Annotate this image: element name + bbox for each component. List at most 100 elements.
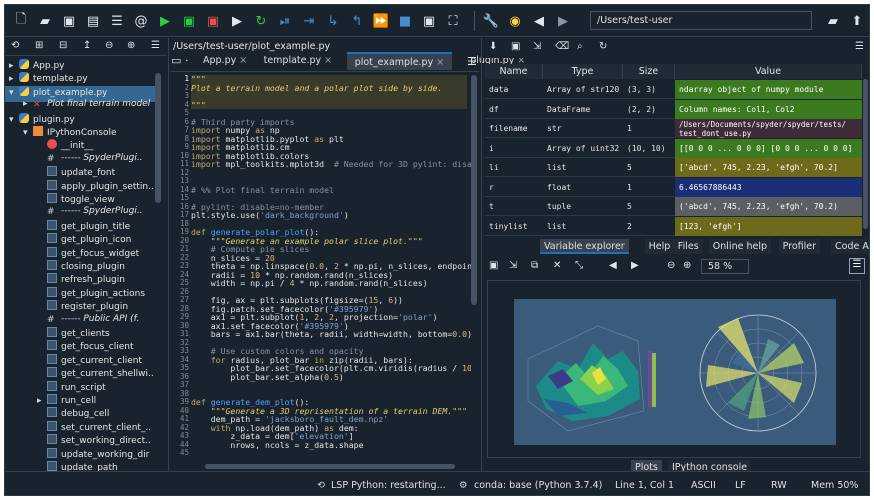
plus-icon[interactable]: ⊕ <box>127 40 135 51</box>
column-header-size[interactable]: Size <box>623 64 675 79</box>
parent-directory-icon[interactable]: ⬆ <box>847 11 867 31</box>
tab-close-icon[interactable]: × <box>236 55 247 66</box>
save-plot-icon[interactable]: ▣ <box>489 260 498 271</box>
variable-scrollbar[interactable] <box>863 79 868 229</box>
expand-arrow-icon[interactable]: ▸ <box>37 396 47 406</box>
editor-tab-active[interactable]: plot_example.py × <box>346 52 453 70</box>
expand-arrow-icon[interactable]: ▾ <box>9 88 19 98</box>
rerun-icon[interactable]: ↻ <box>251 11 271 31</box>
variable-options-icon[interactable]: ☰ <box>855 41 864 52</box>
expand-icon[interactable]: ⊞ <box>35 40 43 51</box>
step-return-icon[interactable]: ↰ <box>347 11 367 31</box>
outline-item-label: plugin.py <box>33 114 75 125</box>
zoom-in-icon[interactable]: ⊕ <box>683 260 691 271</box>
back-arrow-icon[interactable]: ◀ <box>529 11 549 31</box>
eraser-icon[interactable]: ⌫ <box>555 41 569 52</box>
collapse-icon[interactable]: ⊟ <box>59 40 67 51</box>
working-directory-input[interactable]: /Users/test-user <box>590 11 812 30</box>
plots-options-icon[interactable]: ☰ <box>849 258 865 274</box>
stop-debug-icon[interactable]: ■ <box>395 11 415 31</box>
column-header-type[interactable]: Type <box>543 64 623 79</box>
next-plot-icon[interactable]: ▶ <box>631 260 639 271</box>
save-as-icon[interactable]: ⇲ <box>533 41 541 52</box>
editor-options-icon[interactable]: ☰ <box>467 55 477 68</box>
browse-folder-icon[interactable]: ▰ <box>823 11 843 31</box>
variable-size: 1 <box>627 124 632 133</box>
run-selection-icon[interactable]: ▶ <box>227 11 247 31</box>
editor-tab[interactable]: App.py × <box>195 52 255 70</box>
expand-arrow-icon[interactable]: ▸ <box>9 61 19 71</box>
expand-arrow-icon[interactable]: ▾ <box>23 128 33 138</box>
code-token: nrows, ncols = z_data.shape <box>191 439 364 450</box>
zoom-out-icon[interactable]: ⊖ <box>667 260 675 271</box>
tab-code-analysis[interactable]: Code Analysis <box>831 239 869 254</box>
tab-profiler[interactable]: Profiler <box>778 239 821 254</box>
editor-tab[interactable]: template.py × <box>256 52 341 70</box>
continue-icon[interactable]: ⏩ <box>371 11 391 31</box>
forward-arrow-icon[interactable]: ▶ <box>553 11 573 31</box>
new-file-icon[interactable]: 🗋 <box>11 11 31 31</box>
variable-row[interactable]: r float 1 6.46567886443 <box>485 177 862 197</box>
column-header-name[interactable]: Name <box>485 64 543 79</box>
code-editor[interactable]: """ Plot a terrain model and a polar plot… <box>191 75 471 467</box>
variable-row[interactable]: t tuple 5 ('abcd', 745, 2.23, 'efgh', 70.2) <box>485 197 862 216</box>
tab-close-icon[interactable]: × <box>433 57 444 68</box>
variable-row[interactable]: i Array of uint32 (10, 10) [[0 0 0 ... 0 0 … <box>485 138 862 158</box>
run-cell-advance-icon[interactable]: ▣ <box>203 11 223 31</box>
python-path-icon[interactable]: ◉ <box>505 11 525 31</box>
variable-row[interactable]: data Array of str120 (3, 3) ndarray object … <box>485 80 862 99</box>
save-all-icon[interactable]: ▤ <box>83 11 103 31</box>
tab-variable-explorer[interactable]: Variable explorer <box>540 239 629 254</box>
copy-plot-icon[interactable]: ⧉ <box>531 260 538 271</box>
run-cell-icon[interactable]: ▣ <box>179 11 199 31</box>
tab-help[interactable]: Help <box>644 239 675 254</box>
expand-arrow-icon[interactable]: ▾ <box>9 115 19 125</box>
import-data-icon[interactable]: ⬇ <box>489 41 497 52</box>
editor-scrollbar[interactable] <box>471 75 477 305</box>
column-header-value[interactable]: Value <box>675 64 862 79</box>
save-icon[interactable]: ▣ <box>59 11 79 31</box>
outline-item-label: ------ SpyderPlugi.. <box>61 206 143 217</box>
variable-size: 1 <box>627 182 632 192</box>
sync-icon[interactable]: ⟲ <box>11 40 19 51</box>
step-into-icon[interactable]: ↳ <box>323 11 343 31</box>
wrench-icon[interactable]: 🔧 <box>481 11 501 31</box>
function-icon <box>47 166 57 177</box>
variable-row[interactable]: li list 5 ['abcd', 745, 2.23, 'efgh', 70.2] <box>485 158 862 177</box>
save-all-plots-icon[interactable]: ⇲ <box>509 260 517 271</box>
outline-scrollbar[interactable] <box>155 73 161 203</box>
editor-hscrollbar[interactable] <box>205 464 455 469</box>
tab-online-help[interactable]: Online help <box>708 239 771 254</box>
go-to-icon[interactable]: ↥ <box>83 40 91 51</box>
at-icon[interactable]: @ <box>131 11 151 31</box>
maximize-pane-icon[interactable]: ▣ <box>419 11 439 31</box>
function-icon <box>47 286 57 297</box>
previous-plot-icon[interactable]: ◀ <box>609 260 617 271</box>
minus-icon[interactable]: ⊖ <box>105 40 113 51</box>
outline-item[interactable]: update_path <box>37 461 118 471</box>
outline-item-label: get_current_client <box>61 355 142 366</box>
run-icon[interactable]: ▶ <box>155 11 175 31</box>
search-icon[interactable]: ⌕ <box>577 41 583 52</box>
zoom-level-field[interactable]: 58 % <box>701 259 749 274</box>
tab-files[interactable]: Files <box>673 239 703 254</box>
variable-row[interactable]: filename str 1/Users/Documents/spyder/spyd… <box>485 119 862 138</box>
tab-scroll-left-icon[interactable]: · <box>185 54 189 67</box>
step-icon[interactable]: ⇥ <box>299 11 319 31</box>
debug-icon[interactable]: ⏯ <box>275 11 295 31</box>
variable-row[interactable]: df DataFrame (2, 2) Column names: Col1, Col… <box>485 99 862 119</box>
save-data-icon[interactable]: ▣ <box>511 41 520 52</box>
list-icon[interactable]: ☰ <box>107 11 127 31</box>
refresh-icon[interactable]: ↻ <box>599 41 607 52</box>
outline-item-label: App.py <box>33 61 65 71</box>
close-plot-icon[interactable]: ✕ <box>553 260 561 271</box>
expand-arrow-icon[interactable]: ▸ <box>23 99 33 109</box>
open-file-icon[interactable]: ▰ <box>35 11 55 31</box>
tab-close-icon[interactable]: × <box>321 55 332 66</box>
options-menu-icon[interactable]: ☰ <box>151 40 160 51</box>
fullscreen-icon[interactable]: ⛶ <box>443 11 463 31</box>
close-all-plots-icon[interactable]: ⤡ <box>575 260 583 271</box>
browse-tabs-icon[interactable]: ▭ <box>171 54 181 67</box>
expand-arrow-icon[interactable]: ▸ <box>9 74 19 84</box>
variable-row[interactable]: tinylist list 2 [123, 'efgh'] <box>485 216 862 236</box>
